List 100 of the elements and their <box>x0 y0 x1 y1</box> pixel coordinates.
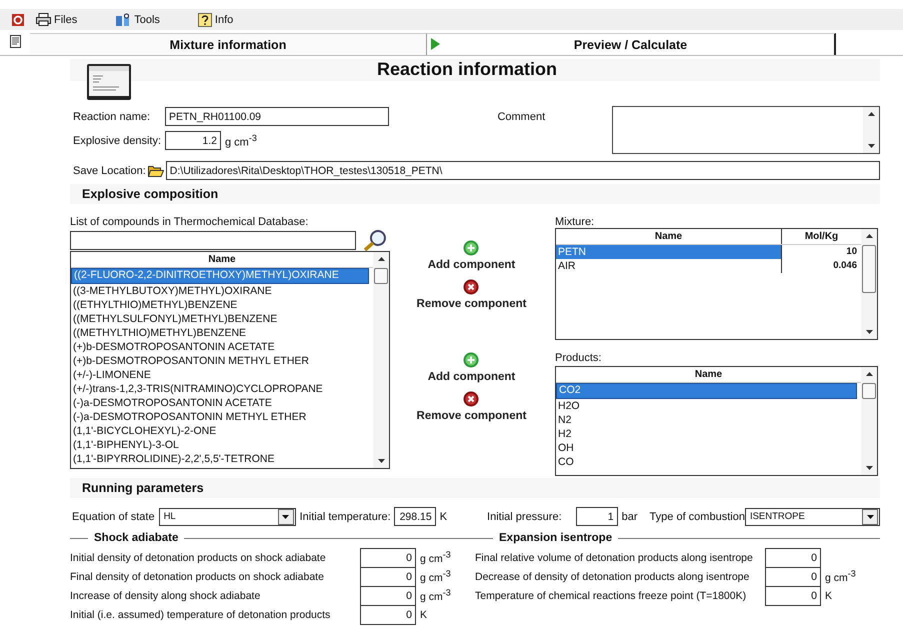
remove-component-button[interactable]: Remove component <box>416 279 526 310</box>
help-icon <box>198 12 212 26</box>
unit-label: g cm$^{-3}$ <box>420 591 451 604</box>
list-item[interactable]: N2 <box>556 413 857 427</box>
scroll-thumb[interactable] <box>374 268 388 284</box>
add-component-button[interactable]: Add component <box>428 352 516 383</box>
field-label: Save Location: <box>72 164 146 176</box>
scroll-down-icon[interactable] <box>378 459 384 463</box>
search-icon[interactable] <box>362 229 388 251</box>
menu-item[interactable]: Tools <box>134 14 160 26</box>
parameter-label: Decrease of density of detonation products along isentrope <box>475 570 750 582</box>
save-location-field[interactable]: D:\Utilizadores\Rita\Desktop\THOR_testes\130518_PETN\ <box>166 161 880 180</box>
list-label: Mixture: <box>555 216 596 228</box>
temperature-field[interactable]: 298.15 <box>394 507 436 526</box>
scroll-up-icon[interactable] <box>378 257 384 261</box>
combustion-dropdown[interactable]: ISENTROPE <box>744 508 880 526</box>
list-item[interactable]: ((3-METHYLBUTOXY)METHYL)OXIRANE <box>71 284 369 298</box>
cross-icon <box>463 391 480 407</box>
unit-label: g cm$^{-3}$ <box>825 572 856 584</box>
parameter-label: Temperature of chemical reactions freeze point (T=1800K) <box>475 590 748 602</box>
number-field[interactable]: 0 <box>360 548 416 568</box>
list-item[interactable]: AIR <box>556 259 781 273</box>
scroll-up-icon[interactable] <box>866 372 872 376</box>
number-field[interactable]: 0 <box>360 604 416 624</box>
parameter-label: Final density of detonation products on shock adiabate <box>70 570 325 582</box>
equation-dropdown[interactable]: HL <box>158 508 296 526</box>
unit-label: K <box>420 608 428 620</box>
search-field[interactable] <box>70 230 356 250</box>
list-item[interactable]: CO <box>556 455 857 469</box>
scroll-down-icon[interactable] <box>866 330 872 334</box>
field-label: Reaction name: <box>72 110 152 122</box>
parameter-label: Initial density of detonation products on shock adiabate <box>70 552 327 564</box>
parameter-label: Increase of density along shock adiabate <box>70 590 262 602</box>
comment-field[interactable] <box>612 106 880 154</box>
printer-icon <box>36 13 51 26</box>
section-title: Expansion isentrope <box>499 532 612 544</box>
remove-component-button[interactable]: Remove component <box>416 391 526 422</box>
field-label: Initial pressure: <box>487 510 562 522</box>
scroll-thumb[interactable] <box>862 245 876 293</box>
dropdown-arrow-icon[interactable] <box>282 514 290 518</box>
list-item[interactable]: CO2 <box>556 383 857 399</box>
list-item[interactable]: (1,1'-BIPHENYL)-3-OL <box>71 438 369 452</box>
number-field[interactable]: 0 <box>765 586 821 606</box>
play-icon <box>431 38 440 50</box>
list-item[interactable]: H2O <box>556 399 857 413</box>
unit-label: g cm$^{-3}$ <box>420 553 451 566</box>
list-item[interactable]: H2 <box>556 427 857 441</box>
reaction-name-field[interactable]: PETN_RH01100.09 <box>165 107 389 126</box>
parameter-label: Initial (i.e. assumed) temperature of detonation products <box>70 608 332 620</box>
list-item[interactable]: (1,1'-BICYCLOHEXYL)-2-ONE <box>71 424 369 438</box>
list-item[interactable]: PETN <box>556 245 781 259</box>
list-item[interactable]: (-)a-DESMOTROPOSANTONIN ACETATE <box>71 396 369 410</box>
scroll-up-icon[interactable] <box>868 112 874 116</box>
field-label: Initial temperature: <box>300 510 391 522</box>
number-field[interactable]: 0 <box>360 586 416 606</box>
section-title: Shock adiabate <box>94 532 178 544</box>
number-field[interactable]: 0 <box>765 548 821 568</box>
list-item[interactable]: ((METHYLSULFONYL)METHYL)BENZENE <box>71 312 369 326</box>
list-item[interactable]: (+/-)-LIMONENE <box>71 368 369 382</box>
dropdown-arrow-icon[interactable] <box>866 514 874 518</box>
field-label: Comment <box>496 111 546 123</box>
field-label: Equation of state <box>72 510 155 522</box>
list-label: Products: <box>555 352 602 364</box>
number-field[interactable]: 0 <box>765 566 821 586</box>
list-item[interactable]: (+)b-DESMOTROPOSANTONIN ACETATE <box>71 340 369 354</box>
list-label: List of compounds in Thermochemical Database: <box>70 216 310 228</box>
list-item[interactable]: (+/-)trans-1,2,3-TRIS(NITRAMINO)CYCLOPROPANE <box>71 382 369 396</box>
pressure-field[interactable]: 1 <box>576 507 618 526</box>
number-field[interactable]: 0 <box>360 566 416 586</box>
menu-item[interactable]: Files <box>54 14 78 26</box>
unit-label: K <box>440 510 448 522</box>
column-header: Name <box>654 230 684 244</box>
scroll-thumb[interactable] <box>862 383 876 399</box>
add-component-button[interactable]: Add component <box>428 240 516 271</box>
list-item[interactable]: ((ETHYLTHIO)METHYL)BENZENE <box>71 298 369 312</box>
list-item[interactable]: (+)b-DESMOTROPOSANTONIN METHYL ETHER <box>71 354 369 368</box>
app-logo-icon[interactable] <box>12 14 24 26</box>
list-item[interactable]: ((METHYLTHIO)METHYL)BENZENE <box>71 326 369 340</box>
section-title: Running parameters <box>70 478 880 498</box>
unit-label: g cm$^{-3}$ <box>225 132 257 148</box>
list-item[interactable]: (-)a-DESMOTROPOSANTONIN METHYL ETHER <box>71 410 369 424</box>
scroll-down-icon[interactable] <box>866 466 872 470</box>
density-field[interactable]: 1.2 <box>165 131 221 150</box>
list-item[interactable]: (1,1'-BIPYRROLIDINE)-2,2',5,5'-TETRONE <box>71 452 369 466</box>
list-item[interactable]: ((2-FLUORO-2,2-DINITROETHOXY)METHYL)OXIRANE <box>71 268 369 284</box>
parameter-label: Final relative volume of detonation products along isentrope <box>475 552 754 564</box>
tab[interactable]: Preview / Calculate <box>427 33 836 55</box>
list-item[interactable]: OH <box>556 441 857 455</box>
scroll-down-icon[interactable] <box>868 144 874 148</box>
field-label: Type of combustion <box>650 510 745 522</box>
unit-label: K <box>825 590 832 602</box>
tab[interactable]: Mixture information <box>30 33 427 55</box>
section-title: Explosive composition <box>70 184 880 204</box>
scroll-up-icon[interactable] <box>866 234 872 238</box>
field-label: Explosive density: <box>72 134 162 146</box>
plus-icon <box>463 240 480 256</box>
unit-label: bar <box>622 510 638 522</box>
document-icon <box>10 35 20 48</box>
menu-item[interactable]: Info <box>214 14 234 26</box>
folder-icon[interactable] <box>148 164 164 177</box>
